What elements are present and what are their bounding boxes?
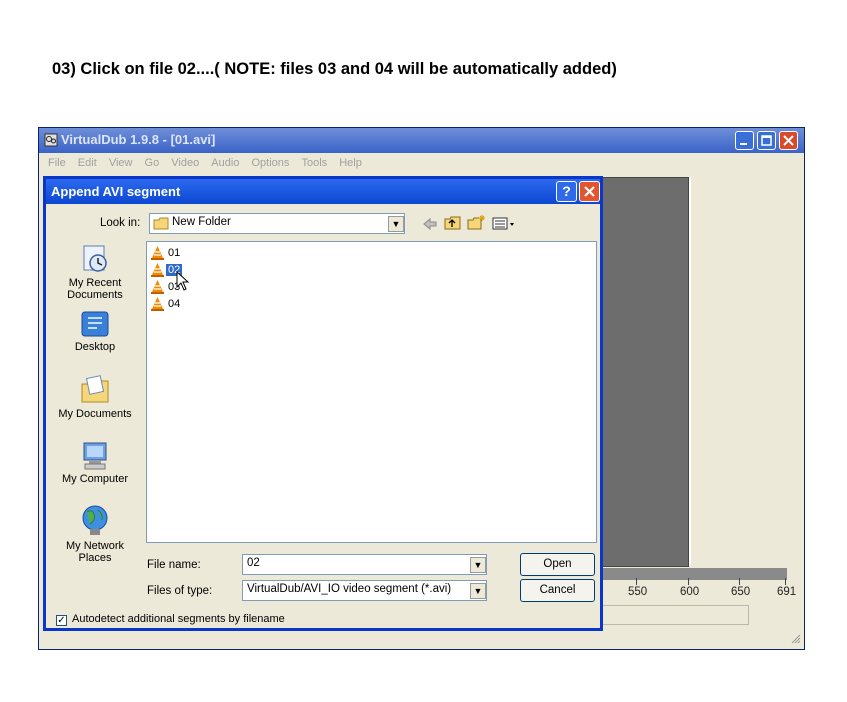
desktop-icon: [81, 311, 109, 337]
chevron-down-icon[interactable]: ▼: [470, 557, 486, 573]
places-recent-documents[interactable]: My Recent Documents: [50, 243, 140, 301]
look-in-value: New Folder: [172, 216, 231, 228]
file-name: 01: [168, 247, 181, 259]
tick-mark: [785, 578, 786, 585]
autodetect-label: Autodetect additional segments by filena…: [72, 613, 285, 625]
menu-view[interactable]: View: [109, 153, 133, 173]
help-button[interactable]: ?: [556, 181, 577, 202]
folder-icon: [153, 217, 169, 230]
close-icon: [584, 186, 595, 197]
maximize-icon: [761, 135, 772, 146]
close-icon: [783, 135, 794, 146]
tick-mark: [636, 578, 637, 585]
places-label: My Recent Documents: [67, 277, 123, 301]
cancel-button[interactable]: Cancel: [520, 579, 595, 602]
file-name-label: File name:: [147, 559, 201, 571]
look-in-label: Look in:: [100, 217, 141, 229]
new-folder-icon[interactable]: [467, 214, 486, 231]
places-label: My Documents: [58, 408, 132, 420]
places-my-computer[interactable]: My Computer: [50, 441, 140, 485]
resize-grip-icon[interactable]: [791, 634, 801, 644]
places-network[interactable]: My Network Places: [50, 504, 140, 564]
menu-edit[interactable]: Edit: [78, 153, 97, 173]
menu-options[interactable]: Options: [252, 153, 290, 173]
files-of-type-dropdown[interactable]: VirtualDub/AVI_IO video segment (*.avi) …: [242, 580, 487, 601]
append-avi-dialog: Append AVI segment ? Look in: New Folder…: [43, 176, 603, 631]
menu-go[interactable]: Go: [145, 153, 160, 173]
mouse-cursor-icon: [176, 271, 190, 291]
menu-bar: File Edit View Go Video Audio Options To…: [39, 153, 804, 173]
menu-help[interactable]: Help: [339, 153, 362, 173]
file-name: 04: [168, 298, 181, 310]
timeline-tick-label: 600: [680, 586, 700, 598]
dialog-title-bar[interactable]: Append AVI segment ?: [46, 179, 600, 204]
tick-mark: [688, 578, 689, 585]
file-list-view[interactable]: 01 02 03 04: [146, 241, 597, 543]
tick-mark: [739, 578, 740, 585]
minimize-button[interactable]: [735, 131, 754, 150]
my-documents-icon: [81, 375, 109, 403]
back-arrow-icon[interactable]: [422, 217, 438, 231]
menu-file[interactable]: File: [48, 153, 66, 173]
status-field: [587, 605, 749, 625]
timeline-tick-label: 650: [731, 586, 751, 598]
network-places-icon: [82, 505, 108, 535]
menu-audio[interactable]: Audio: [211, 153, 239, 173]
vlc-cone-icon: [151, 246, 164, 260]
file-item-04[interactable]: 04: [151, 297, 182, 313]
main-window-title: VirtualDub 1.9.8 - [01.avi]: [61, 132, 216, 147]
main-title-bar[interactable]: VirtualDub 1.9.8 - [01.avi]: [39, 128, 804, 153]
file-item-01[interactable]: 01: [151, 246, 182, 262]
timeline-tick-label: 550: [628, 586, 648, 598]
dialog-title: Append AVI segment: [51, 184, 181, 199]
up-folder-icon[interactable]: [444, 215, 462, 231]
autodetect-checkbox[interactable]: ✓: [56, 615, 67, 626]
timeline-track[interactable]: [587, 568, 787, 580]
chevron-down-icon[interactable]: ▼: [470, 583, 486, 599]
files-of-type-value: VirtualDub/AVI_IO video segment (*.avi): [247, 583, 452, 595]
virtualdub-app-icon: [44, 133, 58, 147]
places-desktop[interactable]: Desktop: [50, 309, 140, 353]
maximize-button[interactable]: [757, 131, 776, 150]
chevron-down-icon[interactable]: ▼: [388, 216, 404, 232]
vlc-cone-icon: [151, 263, 164, 277]
menu-tools[interactable]: Tools: [301, 153, 327, 173]
vlc-cone-icon: [151, 297, 164, 311]
view-menu-icon[interactable]: [492, 217, 516, 231]
places-my-documents[interactable]: My Documents: [50, 374, 140, 420]
close-button[interactable]: [779, 131, 798, 150]
files-of-type-label: Files of type:: [147, 585, 213, 597]
dialog-close-button[interactable]: [579, 181, 600, 202]
look-in-dropdown[interactable]: New Folder ▼: [149, 213, 405, 234]
minimize-icon: [740, 143, 747, 145]
menu-video[interactable]: Video: [171, 153, 199, 173]
places-label: Desktop: [74, 341, 116, 353]
places-label: My Network Places: [65, 540, 125, 564]
instruction-text: 03) Click on file 02....( NOTE: files 03…: [52, 60, 617, 78]
file-name-value: 02: [247, 557, 260, 569]
pane-divider: [689, 177, 691, 565]
timeline-tick-label: 691: [777, 586, 797, 598]
file-name-input[interactable]: 02 ▼: [242, 554, 487, 575]
vlc-cone-icon: [151, 280, 164, 294]
places-label: My Computer: [61, 473, 129, 485]
open-button[interactable]: Open: [520, 553, 595, 576]
recent-documents-icon: [83, 245, 107, 272]
my-computer-icon: [83, 442, 107, 470]
